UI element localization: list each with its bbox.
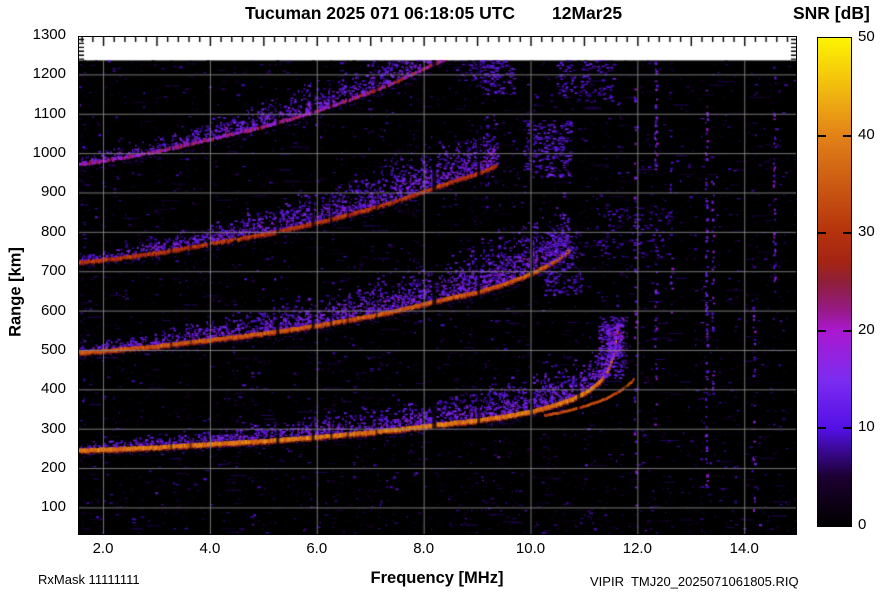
y-tick-label: 400 <box>40 380 66 398</box>
y-tick-label: 600 <box>40 301 66 319</box>
page-title: Tucuman 2025 071 06:18:05 UTC <box>244 3 516 23</box>
y-axis-label: Range [km] <box>6 247 25 337</box>
colorbar-tick-label: 0 <box>858 516 867 533</box>
colorbar-dash <box>843 232 851 235</box>
x-tick-label: 8.0 <box>413 540 435 557</box>
ionogram-page: Tucuman 2025 071 06:18:05 UTC 12Mar25 SN… <box>0 0 884 595</box>
y-tick-label: 300 <box>40 419 66 437</box>
page-date: 12Mar25 <box>552 3 623 23</box>
y-tick-label: 700 <box>40 262 66 280</box>
colorbar <box>817 37 852 527</box>
file-text: VIPIR TMJ20_2025071061805.RIQ <box>590 574 799 589</box>
x-tick-label: 2.0 <box>92 540 114 557</box>
x-tick-label: 14.0 <box>729 540 759 557</box>
y-tick-label: 800 <box>40 222 66 240</box>
x-tick-label: 6.0 <box>306 540 328 557</box>
colorbar-tick-label: 40 <box>858 125 875 143</box>
colorbar-dash <box>843 329 851 332</box>
y-tick-label: 1000 <box>32 144 66 162</box>
colorbar-tick-label: 10 <box>858 418 875 436</box>
ionogram-canvas <box>79 37 796 534</box>
y-tick-label: 1300 <box>32 26 66 44</box>
colorbar-dash <box>818 427 826 430</box>
colorbar-dash <box>843 427 851 430</box>
colorbar-tick-label: 30 <box>858 223 875 241</box>
colorbar-dash <box>818 232 826 235</box>
y-tick-label: 200 <box>40 459 66 477</box>
plot-frame <box>78 36 797 535</box>
x-tick-label: 10.0 <box>515 540 546 557</box>
y-tick-label: 500 <box>40 340 66 358</box>
x-tick-label: 4.0 <box>199 540 221 557</box>
x-axis-label: Frequency [MHz] <box>370 569 504 587</box>
colorbar-dash <box>818 329 826 332</box>
y-tick-label: 100 <box>40 498 66 516</box>
colorbar-tick-label: 50 <box>858 28 875 45</box>
colorbar-tick-label: 20 <box>858 320 875 338</box>
y-tick-label: 900 <box>40 183 66 201</box>
y-tick-label: 1200 <box>32 65 66 83</box>
x-tick-label: 12.0 <box>622 540 652 557</box>
colorbar-title: SNR [dB] <box>793 3 870 23</box>
colorbar-dash <box>843 134 851 137</box>
rxmask-text: RxMask 11111111 <box>38 572 140 587</box>
colorbar-dash <box>818 134 826 137</box>
y-tick-label: 1100 <box>33 104 66 122</box>
